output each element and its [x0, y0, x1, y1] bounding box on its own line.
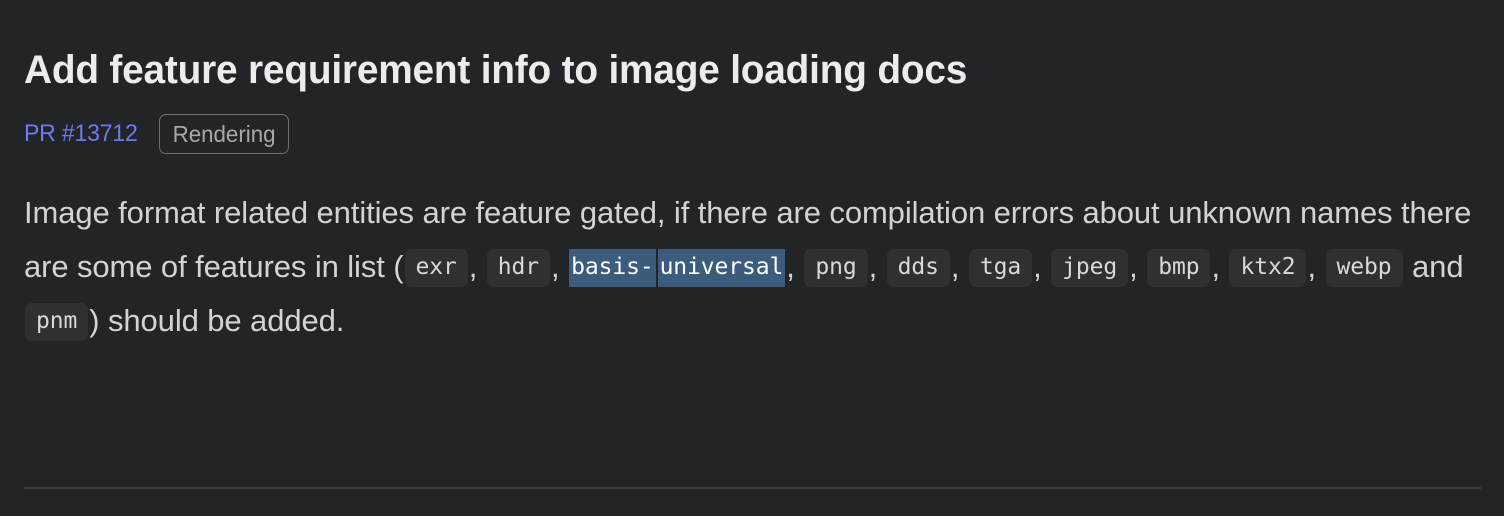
comma-4: , [868, 249, 878, 285]
code-chip-exr: exr [404, 249, 468, 288]
comma-7: , [1129, 249, 1138, 285]
code-chip-basis-universal-part2: universal [657, 249, 786, 288]
code-chip-ktx2: ktx2 [1229, 249, 1307, 288]
pull-request-card: Add feature requirement info to image lo… [0, 0, 1504, 516]
code-chip-dds: dds [886, 249, 950, 288]
code-chip-webp: webp [1325, 249, 1403, 288]
paren-open: ( [393, 249, 404, 285]
pr-meta-row: PR #13712 Rendering [24, 114, 1480, 155]
page-title: Add feature requirement info to image lo… [24, 48, 968, 92]
code-chip-pnm: pnm [25, 303, 89, 342]
comma-1: , [468, 249, 478, 285]
status-badge[interactable]: Rendering [159, 114, 290, 155]
code-chip-bmp: bmp [1147, 249, 1211, 288]
code-chip-basis-universal-part1: basis- [569, 249, 656, 288]
comma-3: , [786, 249, 795, 285]
paren-close: ) [89, 303, 100, 339]
pr-number-link[interactable]: PR #13712 [24, 122, 138, 146]
conjunction-and: and [1412, 249, 1464, 285]
comma-6: , [1033, 249, 1042, 285]
code-chip-png: png [804, 249, 868, 288]
code-chip-tga: tga [968, 249, 1033, 288]
code-chip-jpeg: jpeg [1051, 249, 1129, 288]
comma-2: , [551, 249, 560, 285]
description-text-tail: should be added. [108, 303, 345, 339]
section-divider [24, 487, 1481, 489]
comma-5: , [950, 249, 960, 285]
comma-9: , [1307, 249, 1316, 285]
code-chip-hdr: hdr [486, 249, 551, 288]
comma-8: , [1211, 249, 1220, 285]
pr-description: Image format related entities are featur… [24, 186, 1480, 348]
